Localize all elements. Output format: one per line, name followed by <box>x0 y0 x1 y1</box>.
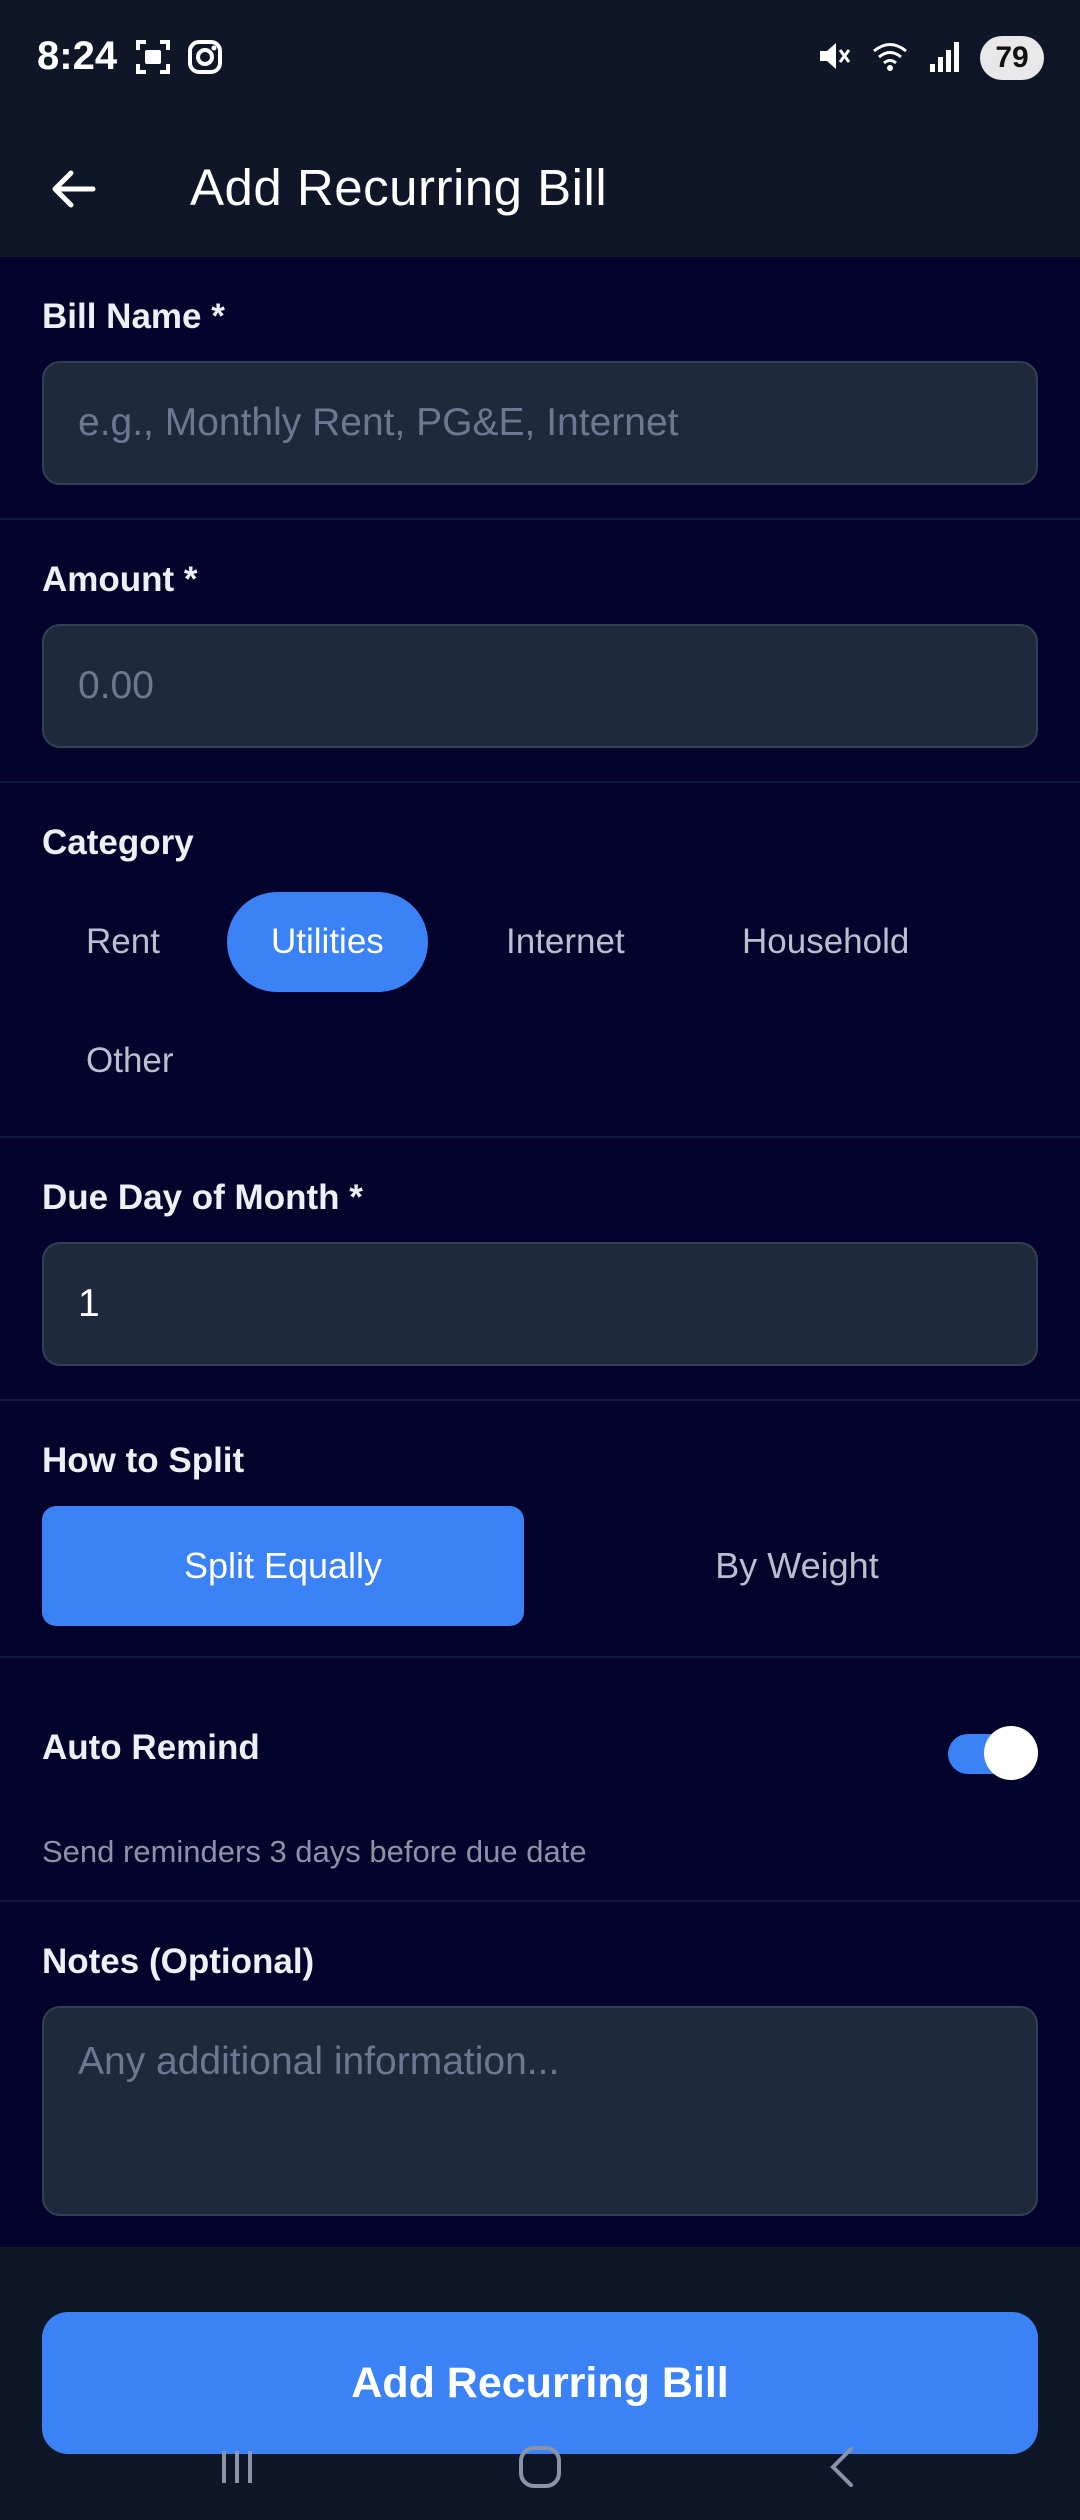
due-day-label: Due Day of Month * <box>42 1178 363 1217</box>
toggle-knob <box>984 1726 1038 1780</box>
category-chip-internet[interactable]: Internet <box>462 892 669 992</box>
home-button[interactable] <box>505 2434 575 2504</box>
category-section: Category Rent Utilities Internet Househo… <box>0 783 1080 1138</box>
bill-name-input[interactable]: e.g., Monthly Rent, PG&E, Internet <box>42 361 1038 485</box>
status-bar: 8:24 79 <box>0 0 1080 120</box>
recent-apps-button[interactable] <box>202 2434 272 2504</box>
instagram-icon <box>186 38 224 81</box>
split-equally-button[interactable]: Split Equally <box>42 1506 524 1626</box>
notes-label: Notes (Optional) <box>42 1942 315 1981</box>
status-time: 8:24 <box>37 34 118 78</box>
amount-section: Amount * 0.00 <box>0 520 1080 783</box>
bill-name-label: Bill Name * <box>42 297 225 336</box>
category-chip-rent[interactable]: Rent <box>42 892 204 992</box>
category-chip-other[interactable]: Other <box>42 1011 218 1111</box>
split-section: How to Split Split Equally By Weight <box>0 1401 1080 1658</box>
back-button[interactable] <box>38 156 108 226</box>
amount-label: Amount * <box>42 560 198 599</box>
recent-apps-icon <box>215 2445 259 2494</box>
category-chip-household[interactable]: Household <box>698 892 953 992</box>
auto-remind-section: Auto Remind Send reminders 3 days before… <box>0 1658 1080 1902</box>
screenshot-icon <box>134 38 172 81</box>
amount-input[interactable]: 0.00 <box>42 624 1038 748</box>
system-back-button[interactable] <box>808 2434 878 2504</box>
chevron-left-icon <box>821 2445 865 2494</box>
home-icon <box>516 2443 564 2496</box>
due-day-input[interactable]: 1 <box>42 1242 1038 1366</box>
due-day-section: Due Day of Month * 1 <box>0 1138 1080 1401</box>
split-by-weight-button[interactable]: By Weight <box>556 1506 1038 1626</box>
arrow-left-icon <box>49 165 97 218</box>
auto-remind-help: Send reminders 3 days before due date <box>42 1834 587 1869</box>
signal-icon <box>928 38 962 79</box>
wifi-icon <box>870 38 910 79</box>
category-chip-utilities[interactable]: Utilities <box>227 892 428 992</box>
split-label: How to Split <box>42 1441 245 1480</box>
notes-section: Notes (Optional) Any additional informat… <box>0 1902 1080 2222</box>
category-label: Category <box>42 823 194 862</box>
bill-name-section: Bill Name * e.g., Monthly Rent, PG&E, In… <box>0 257 1080 520</box>
mute-icon <box>816 38 852 79</box>
auto-remind-label: Auto Remind <box>42 1728 260 1767</box>
system-nav-bar <box>0 2420 1080 2520</box>
page-title: Add Recurring Bill <box>190 159 608 216</box>
notes-textarea[interactable]: Any additional information... <box>42 2006 1038 2216</box>
bill-form: Bill Name * e.g., Monthly Rent, PG&E, In… <box>0 257 1080 2222</box>
auto-remind-toggle[interactable] <box>948 1726 1038 1780</box>
battery-indicator: 79 <box>980 36 1044 80</box>
app-bar: Add Recurring Bill <box>0 120 1080 257</box>
